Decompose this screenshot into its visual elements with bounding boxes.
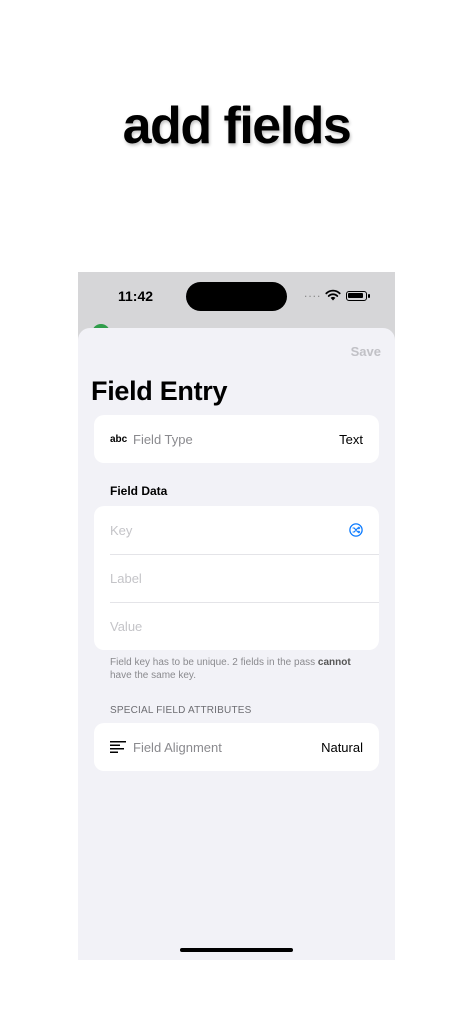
wifi-icon (325, 289, 341, 301)
key-row: Key (94, 506, 379, 554)
text-align-icon (110, 741, 126, 753)
field-data-section-title: Field Data (110, 484, 168, 498)
field-type-label: Field Type (133, 431, 193, 447)
field-data-card: Key Label Value (94, 506, 379, 650)
field-type-card: abc Field Type Text (94, 415, 379, 463)
value-input[interactable]: Value (110, 619, 363, 634)
field-type-value: Text (339, 431, 363, 447)
special-attributes-card: Field Alignment Natural (94, 723, 379, 771)
field-entry-sheet: Save Field Entry abc Field Type Text Fie… (78, 328, 395, 960)
status-time: 11:42 (118, 288, 154, 304)
save-button[interactable]: Save (351, 344, 381, 359)
field-alignment-value: Natural (321, 739, 363, 755)
headline: add fields (122, 97, 352, 155)
special-attributes-section-title: SPECIAL FIELD ATTRIBUTES (110, 705, 252, 716)
dynamic-island (186, 282, 287, 311)
field-alignment-row[interactable]: Field Alignment Natural (94, 723, 379, 771)
field-type-row[interactable]: abc Field Type Text (94, 415, 379, 463)
home-indicator[interactable] (180, 948, 293, 952)
shuffle-icon[interactable] (349, 523, 363, 537)
key-input[interactable]: Key (110, 523, 349, 538)
battery-icon (346, 291, 370, 301)
label-input[interactable]: Label (110, 571, 363, 586)
label-row: Label (94, 554, 379, 602)
phone-screen: 11:42 .... Save Field Entry abc Field Ty… (78, 272, 395, 960)
value-row: Value (94, 602, 379, 650)
signal-dots: .... (304, 286, 322, 300)
abc-icon: abc (110, 433, 128, 445)
key-uniqueness-footnote: Field key has to be unique. 2 fields in … (110, 657, 351, 681)
page-title: Field Entry (91, 376, 228, 406)
field-alignment-label: Field Alignment (133, 739, 222, 755)
